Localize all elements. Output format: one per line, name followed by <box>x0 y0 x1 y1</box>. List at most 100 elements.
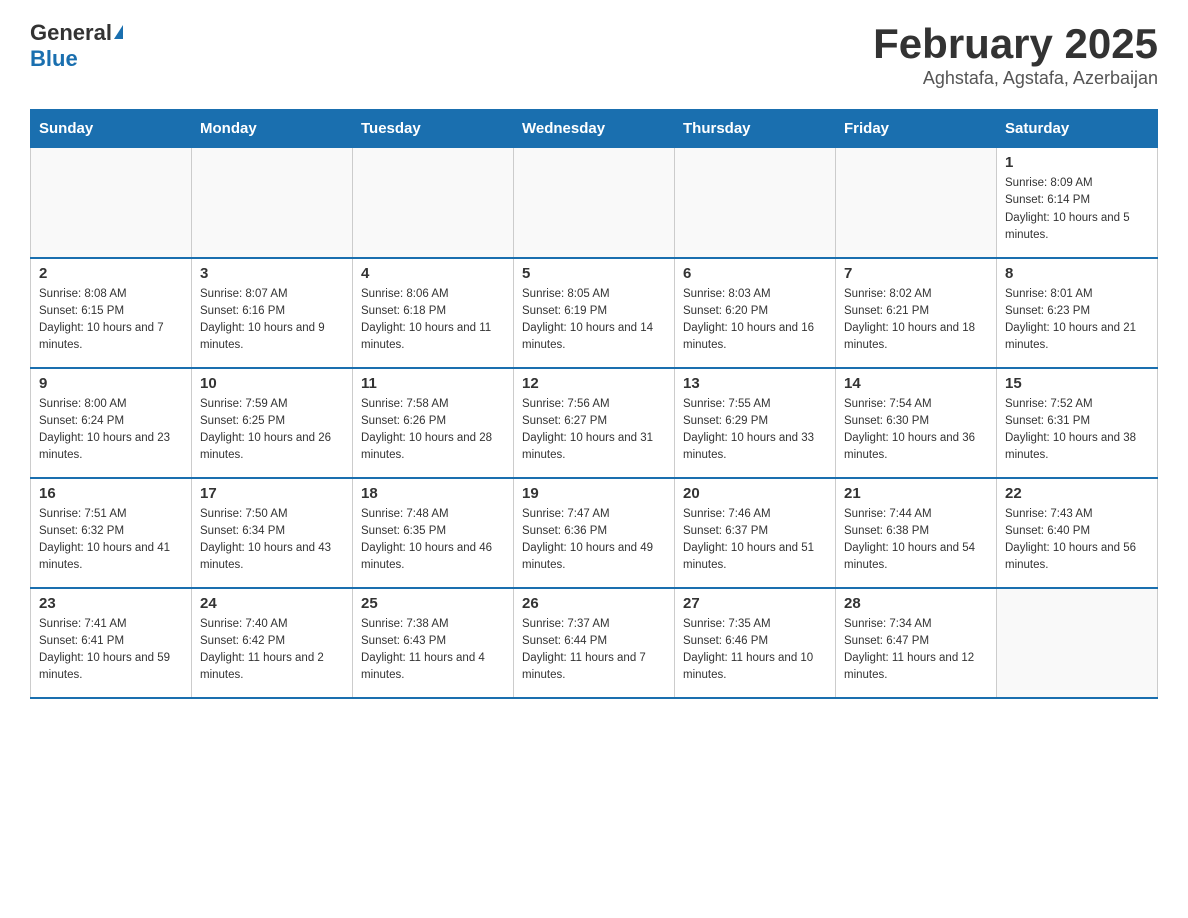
day-info: Sunrise: 8:06 AMSunset: 6:18 PMDaylight:… <box>361 286 505 355</box>
table-row: 28 Sunrise: 7:34 AMSunset: 6:47 PMDayligh… <box>836 588 997 698</box>
table-row: 11Sunrise: 7:58 AMSunset: 6:26 PMDayligh… <box>353 368 514 478</box>
table-row: 12 Sunrise: 7:56 AMSunset: 6:27 PMDayligh… <box>514 368 675 478</box>
table-row: 9 Sunrise: 8:00 AMSunset: 6:24 PMDaylight… <box>31 368 192 478</box>
table-row: 24 Sunrise: 7:40 AMSunset: 6:42 PMDayligh… <box>192 588 353 698</box>
day-number: 19 <box>522 485 666 502</box>
day-info: Sunrise: 7:50 AMSunset: 6:34 PMDaylight:… <box>200 506 344 575</box>
weekday-header-row: Sunday Monday Tuesday Wednesday Thursday… <box>31 110 1158 148</box>
table-row <box>31 148 192 258</box>
day-number: 3 <box>200 265 344 282</box>
day-number: 13 <box>683 375 827 392</box>
day-number: 23 <box>39 595 183 612</box>
table-row <box>997 588 1158 698</box>
day-info: Sunrise: 8:05 AMSunset: 6:19 PMDaylight:… <box>522 286 666 355</box>
table-row <box>192 148 353 258</box>
table-row: 16 Sunrise: 7:51 AMSunset: 6:32 PMDayligh… <box>31 478 192 588</box>
day-info: Sunrise: 7:46 AMSunset: 6:37 PMDaylight:… <box>683 506 827 575</box>
calendar-week-row: 16 Sunrise: 7:51 AMSunset: 6:32 PMDayligh… <box>31 478 1158 588</box>
day-info: Sunrise: 7:35 AMSunset: 6:46 PMDaylight:… <box>683 616 827 685</box>
day-number: 24 <box>200 595 344 612</box>
day-info: Sunrise: 7:59 AMSunset: 6:25 PMDaylight:… <box>200 396 344 465</box>
logo-triangle-icon <box>114 25 123 39</box>
day-info: Sunrise: 7:55 AMSunset: 6:29 PMDaylight:… <box>683 396 827 465</box>
calendar-table: Sunday Monday Tuesday Wednesday Thursday… <box>30 109 1158 699</box>
page-subtitle: Aghstafa, Agstafa, Azerbaijan <box>873 68 1158 89</box>
day-info: Sunrise: 7:38 AMSunset: 6:43 PMDaylight:… <box>361 616 505 685</box>
day-info: Sunrise: 7:43 AMSunset: 6:40 PMDaylight:… <box>1005 506 1149 575</box>
day-info: Sunrise: 7:52 AMSunset: 6:31 PMDaylight:… <box>1005 396 1149 465</box>
day-info: Sunrise: 7:54 AMSunset: 6:30 PMDaylight:… <box>844 396 988 465</box>
day-info: Sunrise: 8:00 AMSunset: 6:24 PMDaylight:… <box>39 396 183 465</box>
day-info: Sunrise: 8:08 AMSunset: 6:15 PMDaylight:… <box>39 286 183 355</box>
day-number: 9 <box>39 375 183 392</box>
day-number: 16 <box>39 485 183 502</box>
day-number: 28 <box>844 595 988 612</box>
table-row <box>836 148 997 258</box>
day-info: Sunrise: 7:58 AMSunset: 6:26 PMDaylight:… <box>361 396 505 465</box>
table-row: 26 Sunrise: 7:37 AMSunset: 6:44 PMDayligh… <box>514 588 675 698</box>
day-info: Sunrise: 7:37 AMSunset: 6:44 PMDaylight:… <box>522 616 666 685</box>
day-number: 2 <box>39 265 183 282</box>
table-row: 6Sunrise: 8:03 AMSunset: 6:20 PMDaylight… <box>675 258 836 368</box>
day-info: Sunrise: 8:01 AMSunset: 6:23 PMDaylight:… <box>1005 286 1149 355</box>
day-number: 15 <box>1005 375 1149 392</box>
title-block: February 2025 Aghstafa, Agstafa, Azerbai… <box>873 20 1158 89</box>
table-row: 7 Sunrise: 8:02 AMSunset: 6:21 PMDaylight… <box>836 258 997 368</box>
day-info: Sunrise: 8:02 AMSunset: 6:21 PMDaylight:… <box>844 286 988 355</box>
calendar-week-row: 9 Sunrise: 8:00 AMSunset: 6:24 PMDaylight… <box>31 368 1158 478</box>
day-number: 5 <box>522 265 666 282</box>
table-row <box>514 148 675 258</box>
table-row: 8 Sunrise: 8:01 AMSunset: 6:23 PMDaylight… <box>997 258 1158 368</box>
day-number: 18 <box>361 485 505 502</box>
day-number: 25 <box>361 595 505 612</box>
day-info: Sunrise: 7:56 AMSunset: 6:27 PMDaylight:… <box>522 396 666 465</box>
page-header: General Blue February 2025 Aghstafa, Ags… <box>30 20 1158 89</box>
table-row: 14 Sunrise: 7:54 AMSunset: 6:30 PMDayligh… <box>836 368 997 478</box>
table-row: 25 Sunrise: 7:38 AMSunset: 6:43 PMDayligh… <box>353 588 514 698</box>
table-row: 10 Sunrise: 7:59 AMSunset: 6:25 PMDayligh… <box>192 368 353 478</box>
table-row: 17Sunrise: 7:50 AMSunset: 6:34 PMDayligh… <box>192 478 353 588</box>
table-row: 23Sunrise: 7:41 AMSunset: 6:41 PMDayligh… <box>31 588 192 698</box>
day-info: Sunrise: 7:51 AMSunset: 6:32 PMDaylight:… <box>39 506 183 575</box>
logo-general-text: General <box>30 20 112 45</box>
day-number: 21 <box>844 485 988 502</box>
header-tuesday: Tuesday <box>353 110 514 148</box>
table-row: 27Sunrise: 7:35 AMSunset: 6:46 PMDayligh… <box>675 588 836 698</box>
header-monday: Monday <box>192 110 353 148</box>
table-row: 18 Sunrise: 7:48 AMSunset: 6:35 PMDayligh… <box>353 478 514 588</box>
day-number: 26 <box>522 595 666 612</box>
day-number: 14 <box>844 375 988 392</box>
header-saturday: Saturday <box>997 110 1158 148</box>
day-number: 22 <box>1005 485 1149 502</box>
day-info: Sunrise: 7:40 AMSunset: 6:42 PMDaylight:… <box>200 616 344 685</box>
header-wednesday: Wednesday <box>514 110 675 148</box>
table-row: 2 Sunrise: 8:08 AMSunset: 6:15 PMDaylight… <box>31 258 192 368</box>
header-thursday: Thursday <box>675 110 836 148</box>
table-row: 15 Sunrise: 7:52 AMSunset: 6:31 PMDayligh… <box>997 368 1158 478</box>
table-row: 5 Sunrise: 8:05 AMSunset: 6:19 PMDaylight… <box>514 258 675 368</box>
table-row: 20Sunrise: 7:46 AMSunset: 6:37 PMDayligh… <box>675 478 836 588</box>
day-info: Sunrise: 7:48 AMSunset: 6:35 PMDaylight:… <box>361 506 505 575</box>
day-info: Sunrise: 8:09 AMSunset: 6:14 PMDaylight:… <box>1005 175 1149 244</box>
logo-blue-text: Blue <box>30 46 123 72</box>
table-row <box>353 148 514 258</box>
calendar-header: Sunday Monday Tuesday Wednesday Thursday… <box>31 110 1158 148</box>
header-friday: Friday <box>836 110 997 148</box>
table-row: 1Sunrise: 8:09 AMSunset: 6:14 PMDaylight… <box>997 148 1158 258</box>
table-row: 13 Sunrise: 7:55 AMSunset: 6:29 PMDayligh… <box>675 368 836 478</box>
table-row: 4 Sunrise: 8:06 AMSunset: 6:18 PMDaylight… <box>353 258 514 368</box>
day-info: Sunrise: 7:34 AMSunset: 6:47 PMDaylight:… <box>844 616 988 685</box>
table-row: 22 Sunrise: 7:43 AMSunset: 6:40 PMDayligh… <box>997 478 1158 588</box>
day-info: Sunrise: 8:03 AMSunset: 6:20 PMDaylight:… <box>683 286 827 355</box>
day-number: 8 <box>1005 265 1149 282</box>
calendar-week-row: 2 Sunrise: 8:08 AMSunset: 6:15 PMDaylight… <box>31 258 1158 368</box>
page-title: February 2025 <box>873 20 1158 68</box>
day-number: 10 <box>200 375 344 392</box>
day-number: 7 <box>844 265 988 282</box>
header-sunday: Sunday <box>31 110 192 148</box>
table-row: 3Sunrise: 8:07 AMSunset: 6:16 PMDaylight… <box>192 258 353 368</box>
day-number: 12 <box>522 375 666 392</box>
day-number: 4 <box>361 265 505 282</box>
logo: General Blue <box>30 20 123 73</box>
calendar-week-row: 1Sunrise: 8:09 AMSunset: 6:14 PMDaylight… <box>31 148 1158 258</box>
